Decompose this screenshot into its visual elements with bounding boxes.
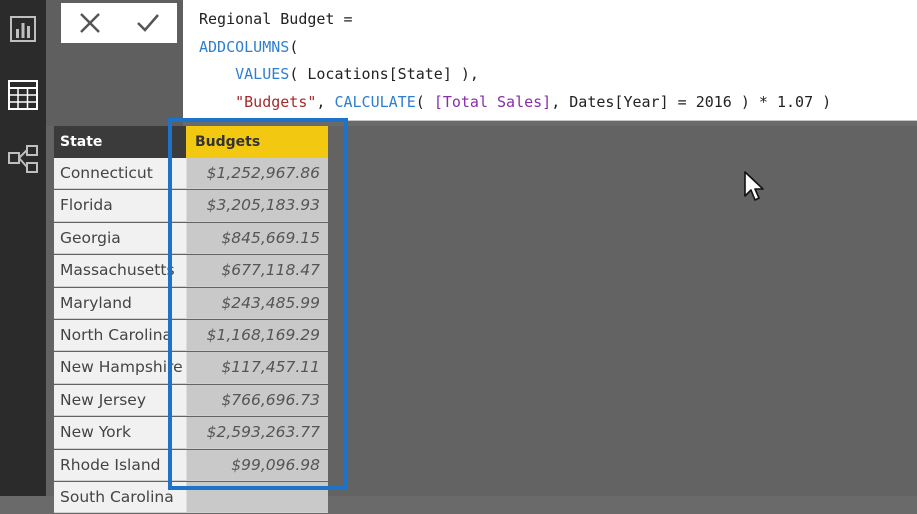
- relationships-view-icon[interactable]: [6, 142, 40, 176]
- state-cell: Connecticut: [54, 158, 186, 190]
- formula-token: Regional Budget =: [199, 10, 353, 28]
- state-cell: New Hampshire: [54, 352, 186, 384]
- formula-token: "Budgets": [235, 92, 317, 111]
- state-cell: South Carolina: [54, 481, 186, 514]
- formula-token: [199, 93, 235, 111]
- column-header-state[interactable]: State: [54, 126, 186, 158]
- formula-token: ( Locations[State] ),: [289, 65, 479, 83]
- state-cell: New York: [54, 417, 186, 449]
- dax-formula-editor[interactable]: Regional Budget = ADDCOLUMNS( VALUES( Loc…: [183, 0, 917, 121]
- formula-token: ADDCOLUMNS: [199, 37, 290, 56]
- formula-confirm-box: [61, 3, 177, 43]
- state-cell: North Carolina: [54, 319, 186, 352]
- formula-token: [Total Sales]: [433, 92, 552, 111]
- state-cell: Rhode Island: [54, 449, 186, 481]
- formula-token: CALCULATE: [334, 92, 416, 111]
- formula-line: "Budgets", CALCULATE( [Total Sales], Dat…: [199, 89, 917, 117]
- state-cell: Massachusetts: [54, 255, 186, 287]
- formula-token: (: [289, 37, 299, 56]
- formula-token: [199, 65, 235, 83]
- state-cell: Florida: [54, 190, 186, 222]
- commit-icon: [137, 14, 159, 32]
- formula-token: VALUES: [235, 65, 290, 83]
- formula-token: , Dates[Year] = 2016 ) * 1.07 ): [551, 92, 832, 111]
- cancel-button[interactable]: [61, 3, 119, 43]
- commit-button[interactable]: [119, 3, 177, 43]
- formula-line: ADDCOLUMNS(: [199, 34, 917, 62]
- report-view-icon[interactable]: [6, 12, 40, 46]
- mouse-cursor-icon: [743, 170, 765, 206]
- formula-token: ,: [316, 92, 335, 111]
- cancel-icon: [80, 13, 100, 33]
- state-cell: Georgia: [54, 222, 186, 255]
- state-cell: Maryland: [54, 287, 186, 319]
- formula-token: (: [415, 92, 434, 111]
- data-view-icon[interactable]: [6, 78, 40, 112]
- formula-line: Regional Budget =: [199, 6, 917, 34]
- view-sidebar: [0, 0, 46, 496]
- budgets-column-highlight: [168, 118, 348, 490]
- formula-line: VALUES( Locations[State] ),: [199, 61, 917, 89]
- state-cell: New Jersey: [54, 384, 186, 417]
